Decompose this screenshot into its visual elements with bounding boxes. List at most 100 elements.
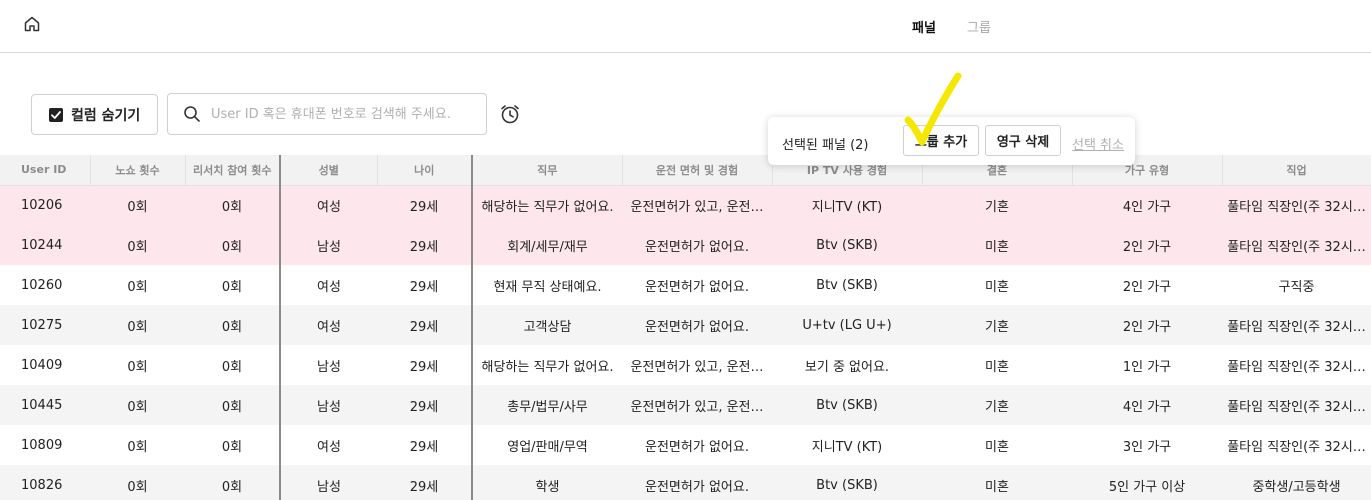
table-row[interactable]: 10275 0회 0회 여성 29세 고객상담 운전면허가 없어요. U+tv (LG U+)… <box>0 305 1371 345</box>
hide-columns-button[interactable]: 컬럼 숨기기 <box>31 94 158 135</box>
table-row[interactable]: 10206 0회 0회 여성 29세 해당하는 직무가 없어요. 운전면허가 있고, 운전…… <box>0 185 1371 225</box>
table-row[interactable]: 10260 0회 0회 여성 29세 현재 무직 상태예요. 운전면허가 없어요. Btv (… <box>0 265 1371 305</box>
cell-age: 29세 <box>377 225 473 265</box>
cell-user-id: 10260 <box>0 265 90 305</box>
home-icon[interactable] <box>23 15 41 33</box>
cell-age: 29세 <box>377 185 473 225</box>
cell-age: 29세 <box>377 305 473 345</box>
cell-noshow-count: 0회 <box>90 385 185 425</box>
cell-household-type: 5인 가구 이상 <box>1072 465 1222 500</box>
cell-driving-license: 운전면허가 있고, 운전… <box>622 185 772 225</box>
column-header-age[interactable]: 나이 <box>377 155 473 186</box>
tab-panel[interactable]: 패널 <box>912 17 936 36</box>
column-header-research-count[interactable]: 리서치 참여 횟수 <box>185 155 281 186</box>
table-row[interactable]: 10809 0회 0회 여성 29세 영업/판매/무역 운전면허가 없어요. 지니TV (KT… <box>0 425 1371 465</box>
cell-household-type: 4인 가구 <box>1072 185 1222 225</box>
cell-job-role: 회계/세무/재무 <box>472 225 622 265</box>
cell-occupation: 풀타임 직장인(주 32시… <box>1222 225 1371 265</box>
cell-user-id: 10244 <box>0 225 90 265</box>
add-group-button[interactable]: 그룹 추가 <box>903 125 979 156</box>
cell-marriage: 미혼 <box>922 425 1072 465</box>
cell-job-role: 총무/법무/사무 <box>472 385 622 425</box>
table-header-row: User ID 노쇼 횟수 리서치 참여 횟수 성별 나이 직무 운전 면허 및 경험 IP … <box>0 155 1371 186</box>
cell-gender: 여성 <box>280 425 377 465</box>
cell-iptv-experience: 지니TV (KT) <box>772 185 922 225</box>
cell-user-id: 10275 <box>0 305 90 345</box>
cell-job-role: 해당하는 직무가 없어요. <box>472 185 622 225</box>
cell-age: 29세 <box>377 265 473 305</box>
cell-noshow-count: 0회 <box>90 225 185 265</box>
cell-iptv-experience: Btv (SKB) <box>772 385 922 425</box>
panel-table: User ID 노쇼 횟수 리서치 참여 횟수 성별 나이 직무 운전 면허 및 경험 IP … <box>0 155 1371 500</box>
cell-job-role: 영업/판매/무역 <box>472 425 622 465</box>
table-row[interactable]: 10445 0회 0회 남성 29세 총무/법무/사무 운전면허가 있고, 운전… Btv (… <box>0 385 1371 425</box>
column-header-gender[interactable]: 성별 <box>280 155 378 186</box>
cell-noshow-count: 0회 <box>90 465 185 500</box>
cell-research-count: 0회 <box>185 225 281 265</box>
cell-research-count: 0회 <box>185 465 281 500</box>
cell-user-id: 10826 <box>0 465 90 500</box>
cell-age: 29세 <box>377 465 473 500</box>
table-row[interactable]: 10826 0회 0회 남성 29세 학생 운전면허가 없어요. Btv (SKB) 미혼 5인 … <box>0 465 1371 500</box>
cell-user-id: 10206 <box>0 185 90 225</box>
table-row[interactable]: 10244 0회 0회 남성 29세 회계/세무/재무 운전면허가 없어요. Btv (SKB… <box>0 225 1371 265</box>
column-header-user-id[interactable]: User ID <box>0 155 91 186</box>
column-header-driving-license[interactable]: 운전 면허 및 경험 <box>622 155 773 186</box>
cell-household-type: 2인 가구 <box>1072 305 1222 345</box>
cell-age: 29세 <box>377 425 473 465</box>
cell-iptv-experience: 보기 중 없어요. <box>772 345 922 385</box>
cell-noshow-count: 0회 <box>90 185 185 225</box>
cell-research-count: 0회 <box>185 345 281 385</box>
cell-occupation: 풀타임 직장인(주 32시… <box>1222 305 1371 345</box>
cell-occupation: 풀타임 직장인(주 32시… <box>1222 345 1371 385</box>
search-box[interactable] <box>167 93 487 135</box>
permanent-delete-button[interactable]: 영구 삭제 <box>985 125 1061 156</box>
hide-columns-checkbox[interactable] <box>49 107 63 122</box>
cell-driving-license: 운전면허가 있고, 운전… <box>622 345 772 385</box>
cell-age: 29세 <box>377 385 473 425</box>
cell-noshow-count: 0회 <box>90 345 185 385</box>
cell-gender: 여성 <box>280 305 377 345</box>
cell-research-count: 0회 <box>185 265 281 305</box>
cell-iptv-experience: 지니TV (KT) <box>772 425 922 465</box>
clock-icon[interactable] <box>499 103 521 125</box>
tab-group[interactable]: 그룹 <box>967 17 991 36</box>
cell-gender: 남성 <box>280 345 377 385</box>
cell-marriage: 미혼 <box>922 465 1072 500</box>
cell-job-role: 해당하는 직무가 없어요. <box>472 345 622 385</box>
cell-occupation: 풀타임 직장인(주 32시… <box>1222 385 1371 425</box>
top-nav-bar: 패널 그룹 <box>0 0 1371 53</box>
cell-marriage: 기혼 <box>922 385 1072 425</box>
cell-marriage: 미혼 <box>922 345 1072 385</box>
cell-noshow-count: 0회 <box>90 265 185 305</box>
hide-columns-label: 컬럼 숨기기 <box>71 107 141 124</box>
cell-job-role: 현재 무직 상태예요. <box>472 265 622 305</box>
cell-occupation: 풀타임 직장인(주 32시… <box>1222 185 1371 225</box>
cell-marriage: 미혼 <box>922 265 1072 305</box>
column-header-noshow-count[interactable]: 노쇼 횟수 <box>90 155 186 186</box>
cell-job-role: 고객상담 <box>472 305 622 345</box>
cell-noshow-count: 0회 <box>90 425 185 465</box>
cell-marriage: 미혼 <box>922 225 1072 265</box>
cancel-selection-link[interactable]: 선택 취소 <box>1072 134 1124 153</box>
cell-household-type: 1인 가구 <box>1072 345 1222 385</box>
search-input[interactable] <box>211 106 481 122</box>
cell-marriage: 기혼 <box>922 185 1072 225</box>
cell-iptv-experience: Btv (SKB) <box>772 465 922 500</box>
cell-research-count: 0회 <box>185 185 281 225</box>
cell-user-id: 10445 <box>0 385 90 425</box>
column-header-job-role[interactable]: 직무 <box>472 155 623 186</box>
cell-occupation: 풀타임 직장인(주 32시… <box>1222 425 1371 465</box>
table-row[interactable]: 10409 0회 0회 남성 29세 해당하는 직무가 없어요. 운전면허가 있고, 운전…… <box>0 345 1371 385</box>
cell-driving-license: 운전면허가 없어요. <box>622 305 772 345</box>
cell-gender: 남성 <box>280 465 377 500</box>
cell-marriage: 기혼 <box>922 305 1072 345</box>
cell-driving-license: 운전면허가 없어요. <box>622 465 772 500</box>
cell-research-count: 0회 <box>185 385 281 425</box>
selected-panel-count: 선택된 패널 (2) <box>782 138 869 153</box>
cell-household-type: 2인 가구 <box>1072 265 1222 305</box>
cell-household-type: 4인 가구 <box>1072 385 1222 425</box>
selection-action-popup: 선택된 패널 (2) 그룹 추가 영구 삭제 선택 취소 <box>768 117 1135 165</box>
column-header-occupation[interactable]: 직업 <box>1222 155 1371 186</box>
cell-job-role: 학생 <box>472 465 622 500</box>
